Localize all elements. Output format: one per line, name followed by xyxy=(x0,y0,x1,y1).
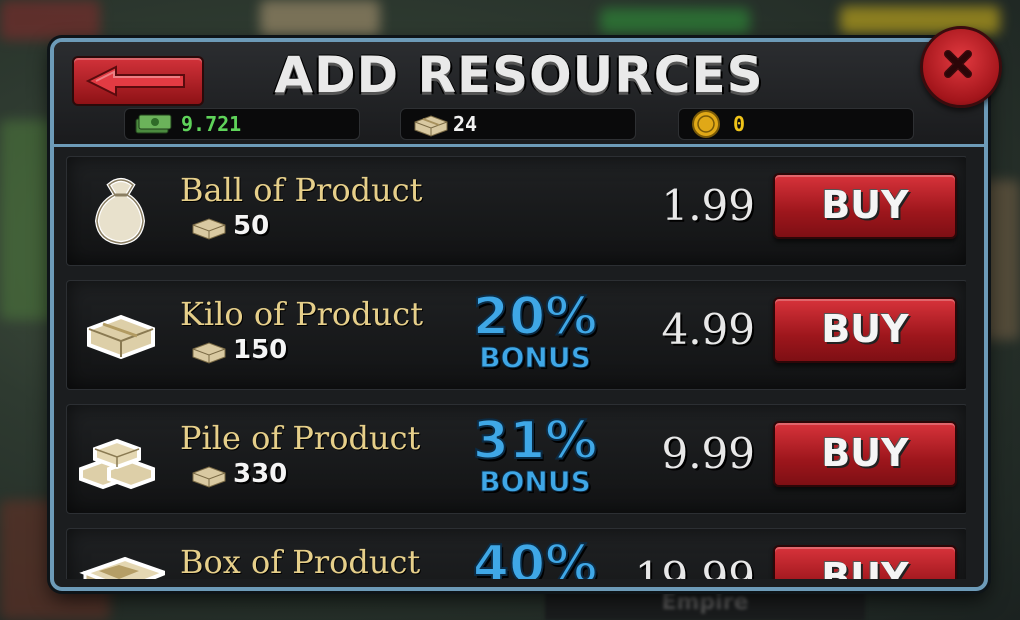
dialog-header: ADD RESOURCES 9.721 24 0 xyxy=(54,42,984,147)
add-resources-dialog: ADD RESOURCES 9.721 24 0 Ball of Product… xyxy=(50,38,988,591)
list-item: Pile of Product 330 31% BONUS 9.99 BUY xyxy=(66,404,966,514)
product-brick-icon xyxy=(87,314,155,360)
product-icon xyxy=(414,115,448,137)
gold-coin-icon xyxy=(692,110,720,138)
item-quantity: 50 xyxy=(233,211,270,241)
bonus-label: BONUS xyxy=(479,465,591,498)
bonus-badge: 40% xyxy=(465,535,605,579)
cash-icon xyxy=(135,114,172,134)
product-icon xyxy=(192,342,226,364)
background-blur xyxy=(260,0,380,36)
item-price: 1.99 xyxy=(661,181,755,230)
buy-button[interactable]: BUY xyxy=(773,173,957,239)
cash-value: 9.721 xyxy=(181,112,242,136)
cash-counter: 9.721 xyxy=(124,108,360,140)
background-blur xyxy=(0,0,100,40)
item-price: 4.99 xyxy=(661,305,755,354)
bonus-label: BONUS xyxy=(479,341,591,374)
gold-value: 0 xyxy=(733,112,746,136)
buy-button[interactable]: BUY xyxy=(773,297,957,363)
item-price: 19.99 xyxy=(634,553,755,579)
gold-counter: 0 xyxy=(678,108,914,140)
close-button[interactable] xyxy=(920,26,1002,108)
product-icon xyxy=(192,466,226,488)
bonus-percent: 40% xyxy=(472,535,598,579)
bonus-percent: 31% xyxy=(472,411,598,471)
product-bag-icon xyxy=(94,178,146,246)
list-item: Kilo of Product 150 20% BONUS 4.99 BUY xyxy=(66,280,966,390)
bonus-badge: 20% BONUS xyxy=(465,287,605,374)
product-box-icon xyxy=(79,556,165,579)
close-icon xyxy=(944,50,972,78)
bonus-percent: 20% xyxy=(472,287,598,347)
list-item: Box of Product 40% 19.99 BUY xyxy=(66,528,966,579)
back-button[interactable] xyxy=(72,56,204,106)
product-counter: 24 xyxy=(400,108,636,140)
item-name: Box of Product xyxy=(180,543,421,579)
product-list[interactable]: Ball of Product 50 1.99 BUY Kilo of Prod… xyxy=(66,154,966,579)
product-pile-icon xyxy=(79,438,155,490)
back-arrow-icon xyxy=(85,65,185,97)
bonus-badge: 31% BONUS xyxy=(465,411,605,498)
product-icon xyxy=(192,218,226,240)
buy-button[interactable]: BUY xyxy=(773,421,957,487)
buy-button[interactable]: BUY xyxy=(773,545,957,579)
item-price: 9.99 xyxy=(661,429,755,478)
item-quantity: 150 xyxy=(233,335,288,365)
item-name: Kilo of Product xyxy=(180,295,424,333)
item-quantity: 330 xyxy=(233,459,288,489)
list-item: Ball of Product 50 1.99 BUY xyxy=(66,156,966,266)
product-value: 24 xyxy=(453,112,478,136)
item-name: Pile of Product xyxy=(180,419,421,457)
item-name: Ball of Product xyxy=(180,171,423,209)
background-blur xyxy=(600,8,750,34)
